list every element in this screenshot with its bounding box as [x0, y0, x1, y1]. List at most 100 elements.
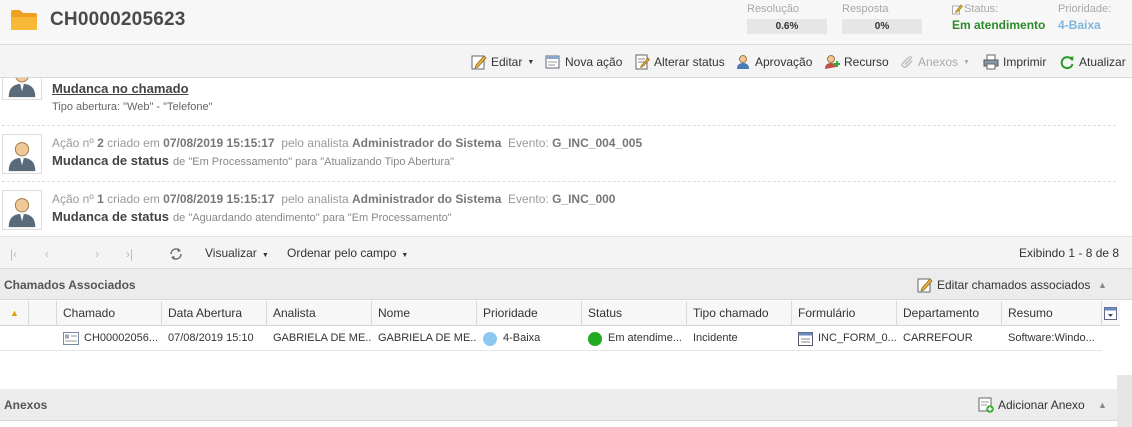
pencil-note-icon — [952, 4, 963, 14]
grid-col-prioridade[interactable]: Prioridade — [477, 301, 582, 326]
editar-associados-button[interactable]: Editar chamados associados — [917, 277, 1090, 293]
action-item: Mudanca no chamado Tipo abertura: "Web" … — [0, 78, 1118, 126]
alterar-status-button[interactable]: Alterar status — [634, 53, 725, 71]
change-status-icon — [635, 54, 650, 70]
aprovacao-button[interactable]: Aprovação — [735, 53, 812, 71]
prioridade-metric: Prioridade: 4-Baixa — [1058, 3, 1111, 32]
action-meta: Ação nº 1 criado em 07/08/2019 15:15:17 … — [52, 192, 615, 206]
divider — [2, 181, 1116, 182]
first-page-icon[interactable]: |‹ — [10, 247, 17, 261]
action-title-text: Mudanca de status — [52, 153, 170, 168]
refresh-icon — [1060, 56, 1074, 70]
anexos-button[interactable]: Anexos ▼ — [898, 53, 970, 71]
ticket-header: CH0000205623 Resolução 0.6% Resposta 0% … — [0, 0, 1132, 45]
resolucao-metric: Resolução 0.6% — [747, 3, 827, 34]
last-page-icon[interactable]: ›| — [126, 247, 133, 261]
ordenar-label: Ordenar pelo campo — [287, 246, 397, 260]
cell-prioridade: 4-Baixa — [477, 326, 582, 351]
pelo-label: pelo analista — [281, 136, 349, 150]
cell-status-text: Em atendime... — [608, 332, 682, 344]
user-approval-icon — [737, 55, 749, 69]
chevron-down-icon: ▼ — [527, 58, 535, 66]
grid-col-status[interactable]: Status — [582, 301, 687, 326]
editar-label: Editar — [491, 55, 523, 69]
status-label: Status: — [964, 3, 999, 15]
acao-date: 07/08/2019 15:15:17 — [163, 136, 275, 150]
pelo-label: pelo analista — [281, 192, 349, 206]
cell-departamento: CARREFOUR — [903, 332, 973, 344]
action-subtitle: de "Aguardando atendimento" para "Em Pro… — [173, 212, 452, 224]
atualizar-button[interactable]: Atualizar — [1059, 53, 1126, 71]
aprovacao-label: Aprovação — [755, 55, 813, 69]
action-item: Ação nº 2 criado em 07/08/2019 15:15:17 … — [0, 132, 1118, 180]
nova-acao-button[interactable]: Nova ação — [545, 53, 622, 71]
status-dot-icon — [588, 331, 602, 346]
chevron-down-icon: ▼ — [261, 252, 269, 259]
grid-col-analista[interactable]: Analista — [267, 301, 372, 326]
cell-formulario-text: INC_FORM_0... — [818, 332, 897, 344]
resposta-bar: 0% — [842, 19, 922, 34]
grid-col-resumo[interactable]: Resumo — [1002, 301, 1102, 326]
collapse-icon[interactable]: ▲ — [1098, 280, 1107, 290]
action-detail: Tipo abertura: "Web" - "Telefone" — [52, 101, 213, 113]
scrollbar[interactable] — [1117, 375, 1132, 427]
ordenar-menu[interactable]: Ordenar pelo campo ▼ — [287, 246, 408, 260]
recurso-label: Recurso — [844, 55, 889, 69]
prev-page-icon[interactable]: ‹ — [45, 247, 49, 261]
resposta-label: Resposta — [842, 3, 889, 15]
sort-icon[interactable]: ▲ — [0, 301, 29, 326]
grid-col-departamento[interactable]: Departamento — [897, 301, 1002, 326]
cell-status: Em atendime... — [582, 326, 687, 351]
recurso-button[interactable]: Recurso — [824, 53, 889, 71]
action-toolbar: Editar ▼ Nova ação Alterar status Aprovaç… — [0, 45, 1132, 78]
resolucao-bar: 0.6% — [747, 19, 827, 34]
edit-icon — [917, 278, 933, 293]
prioridade-value: 4-Baixa — [1058, 18, 1101, 32]
acao-prefix: Ação nº — [52, 136, 94, 150]
cell-chamado-text: CH00002056... — [84, 332, 158, 344]
exibindo-count: Exibindo 1 - 8 de 8 — [1019, 246, 1120, 260]
acao-event: G_INC_000 — [552, 192, 616, 206]
add-attachment-icon — [978, 397, 994, 413]
adicionar-anexo-label: Adicionar Anexo — [998, 398, 1085, 412]
acao-date: 07/08/2019 15:15:17 — [163, 192, 275, 206]
editar-button[interactable]: Editar ▼ — [471, 53, 534, 71]
action-title-text: Mudanca de status — [52, 209, 170, 224]
action-title: Mudanca de status de "Em Processamento" p… — [52, 153, 454, 168]
grid-col-select[interactable] — [29, 301, 57, 326]
table-row[interactable]: CH00002056... 07/08/2019 15:10 GABRIELA … — [0, 326, 1102, 351]
columns-menu-icon[interactable] — [1104, 307, 1117, 320]
associados-title: Chamados Associados — [4, 278, 136, 292]
anexos-title: Anexos — [4, 398, 48, 412]
divider — [2, 125, 1116, 126]
chevron-down-icon: ▼ — [963, 58, 970, 66]
cell-prioridade-text: 4-Baixa — [503, 332, 541, 344]
visualizar-menu[interactable]: Visualizar ▼ — [205, 246, 269, 260]
folder-icon — [11, 10, 37, 30]
evento-label: Evento: — [508, 192, 549, 206]
collapse-icon[interactable]: ▲ — [1098, 400, 1107, 410]
user-avatar-icon — [2, 134, 42, 174]
imprimir-button[interactable]: Imprimir — [983, 53, 1046, 71]
adicionar-anexo-button[interactable]: Adicionar Anexo — [978, 397, 1085, 413]
acao-number: 1 — [97, 192, 104, 206]
action-title[interactable]: Mudanca no chamado — [52, 81, 189, 96]
status-value: Em atendimento — [952, 18, 1046, 32]
grid-col-formulario[interactable]: Formulário — [792, 301, 897, 326]
cell-chamado[interactable]: CH00002056... — [57, 326, 162, 351]
grid-col-data[interactable]: Data Abertura — [162, 301, 267, 326]
ticket-id: CH0000205623 — [50, 9, 186, 30]
next-page-icon[interactable]: › — [95, 247, 99, 261]
grid-col-tipo[interactable]: Tipo chamado — [687, 301, 792, 326]
edit-icon — [471, 55, 487, 70]
anexos-header: Anexos Adicionar Anexo ▲ — [0, 389, 1132, 421]
criado-em-label: criado em — [107, 192, 160, 206]
associados-header: Chamados Associados Editar chamados asso… — [0, 269, 1132, 300]
evento-label: Evento: — [508, 136, 549, 150]
ticket-icon — [63, 331, 79, 345]
grid-col-chamado[interactable]: Chamado — [57, 301, 162, 326]
resolucao-label: Resolução — [747, 3, 799, 15]
anexos-label: Anexos — [918, 55, 959, 69]
reload-icon[interactable] — [168, 246, 184, 262]
grid-col-nome[interactable]: Nome — [372, 301, 477, 326]
